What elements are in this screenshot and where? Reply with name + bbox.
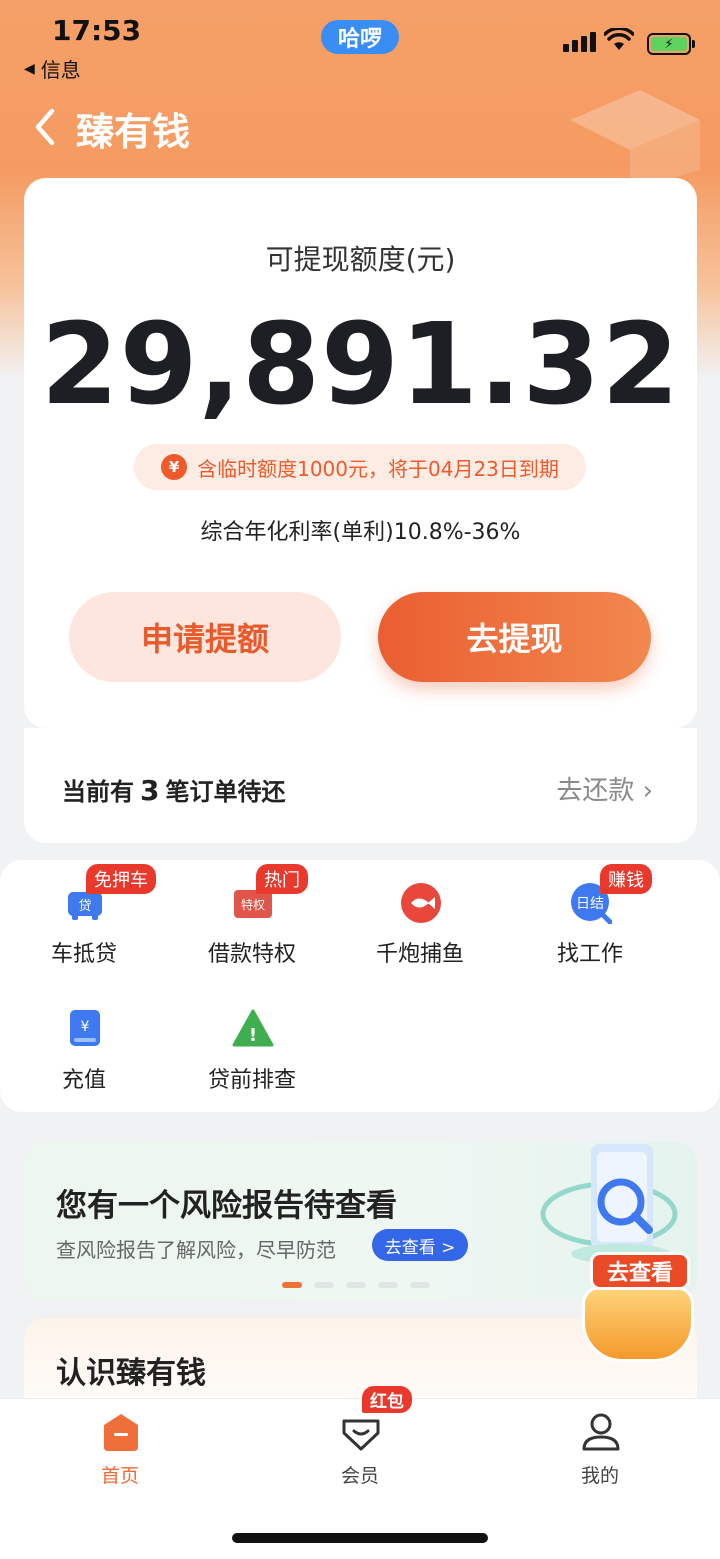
floating-label: 去查看 <box>590 1252 690 1290</box>
svg-text:特权: 特权 <box>241 897 265 912</box>
member-red-packet-badge: 红包 <box>362 1386 412 1413</box>
know-title: 认识臻有钱 <box>56 1356 206 1391</box>
quota-amount: 29,891.32 <box>40 300 681 430</box>
yen-icon: ¥ <box>161 454 188 480</box>
carousel-dot <box>410 1282 430 1288</box>
service-job[interactable]: 日结 找工作 赚钱 <box>506 860 674 970</box>
carousel-dot <box>378 1282 398 1288</box>
carousel-dots <box>282 1282 430 1288</box>
back-to-app-link[interactable]: ◀ 信息 <box>24 54 81 83</box>
status-time: 17:53 <box>52 14 142 47</box>
service-tag: 热门 <box>256 864 308 894</box>
tab-member[interactable]: 会员 <box>300 1411 420 1491</box>
orders-count: 3 <box>140 774 160 807</box>
tab-home[interactable]: 首页 <box>60 1411 180 1491</box>
tab-label: 会员 <box>340 1465 379 1487</box>
profile-icon <box>582 1413 620 1451</box>
tab-profile[interactable]: 我的 <box>540 1411 660 1491</box>
signal-icon <box>563 32 596 52</box>
apply-increase-button[interactable]: 申请提额 <box>69 592 341 682</box>
service-privilege[interactable]: 特权 借款特权 热门 <box>168 860 336 970</box>
page-title: 臻有钱 <box>76 110 191 154</box>
home-indicator[interactable] <box>232 1533 488 1543</box>
svg-text:日结: 日结 <box>576 896 604 912</box>
back-app-label: 信息 <box>40 58 81 82</box>
warning-icon: ! <box>232 1009 274 1047</box>
tab-label: 我的 <box>580 1465 619 1487</box>
repay-label: 去还款 <box>556 776 635 806</box>
repay-link[interactable]: 去还款 › <box>556 770 653 807</box>
quota-card: 可提现额度(元) 29,891.32 ¥ 含临时额度1000元，将于04月23日… <box>24 178 697 728</box>
svg-text:!: ! <box>249 1025 257 1046</box>
member-icon <box>342 1419 380 1451</box>
gift-bag-icon <box>582 1286 694 1362</box>
status-bar: 17:53 ◀ 信息 哈啰 ⚡ <box>0 0 720 83</box>
service-recharge[interactable]: ¥ 充值 <box>0 986 168 1096</box>
status-pill[interactable]: 哈啰 <box>321 20 399 54</box>
carousel-dot <box>346 1282 366 1288</box>
orders-suffix: 笔订单待还 <box>165 778 286 806</box>
back-triangle-icon: ◀ <box>24 60 35 77</box>
tab-label: 首页 <box>100 1465 139 1487</box>
service-label: 借款特权 <box>207 942 296 967</box>
service-check[interactable]: ! 贷前排查 <box>168 986 336 1096</box>
battery-icon: ⚡ <box>647 33 695 55</box>
orders-summary: 当前有 3 笔订单待还 <box>62 772 285 807</box>
service-label: 充值 <box>61 1068 106 1093</box>
temp-quota-text: 含临时额度1000元，将于04月23日到期 <box>197 456 559 481</box>
annual-rate: 综合年化利率(单利)10.8%-36% <box>200 520 521 545</box>
service-label: 贷前排查 <box>207 1068 296 1093</box>
quota-label: 可提现额度(元) <box>265 243 456 276</box>
view-report-button[interactable]: 去查看 > <box>372 1229 468 1261</box>
back-arrow-icon[interactable] <box>30 105 60 149</box>
service-label: 找工作 <box>556 942 623 967</box>
service-label: 车抵贷 <box>50 942 117 967</box>
service-label: 千炮捕鱼 <box>375 942 464 967</box>
wifi-icon <box>604 28 634 50</box>
floating-view-badge[interactable]: 去查看 <box>582 1248 694 1364</box>
banner-subtitle: 查风险报告了解风险，尽早防范 <box>56 1238 336 1262</box>
home-icon <box>104 1414 138 1451</box>
withdraw-button[interactable]: 去提现 <box>378 592 651 682</box>
fish-icon <box>401 883 441 923</box>
orders-prefix: 当前有 <box>62 778 134 806</box>
temp-quota-notice: ¥ 含临时额度1000元，将于04月23日到期 <box>134 444 586 490</box>
services-grid: 贷 车抵贷 免押车 特权 借款特权 热门 千炮捕鱼 日结 找工作 赚钱 ¥ 充值… <box>0 860 720 1112</box>
orders-card[interactable]: 当前有 3 笔订单待还 去还款 › <box>24 728 697 843</box>
service-car-loan[interactable]: 贷 车抵贷 免押车 <box>0 860 168 970</box>
service-tag: 免押车 <box>86 864 156 894</box>
svg-text:¥: ¥ <box>81 1019 90 1035</box>
service-tag: 赚钱 <box>600 864 652 894</box>
svg-text:贷: 贷 <box>78 899 91 914</box>
recharge-icon: ¥ <box>70 1010 100 1046</box>
carousel-dot <box>314 1282 334 1288</box>
chevron-right-icon: › <box>642 776 653 806</box>
navigation-bar: 臻有钱 <box>0 95 720 165</box>
banner-title: 您有一个风险报告待查看 <box>56 1188 397 1224</box>
carousel-dot-active <box>282 1282 302 1288</box>
service-fishing[interactable]: 千炮捕鱼 <box>336 860 504 970</box>
